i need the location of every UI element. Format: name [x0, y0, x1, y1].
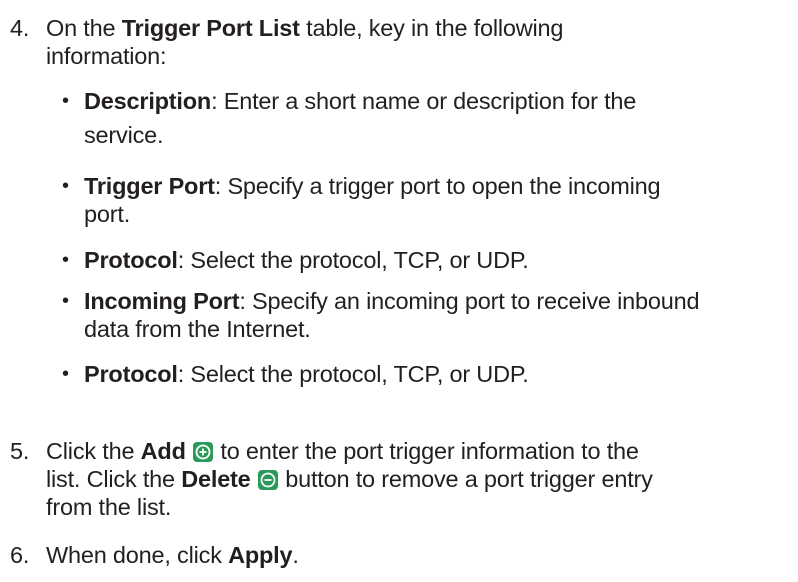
bullet-dot: • [62, 249, 69, 271]
bullet-dot: • [62, 175, 69, 197]
step-6-bold: Apply [228, 542, 293, 568]
bullet-dot: • [62, 290, 69, 312]
step-5-line2-b: button to remove a port trigger entry [278, 466, 653, 492]
step-6-number: 6. [10, 542, 30, 568]
step-6-text-a: When done, click [46, 542, 229, 568]
bullet-label: Protocol [84, 361, 178, 387]
step-5-number: 5. [10, 438, 30, 464]
bullet-label: Incoming Port [84, 288, 240, 314]
bullet-text-line1: : Select the protocol, TCP, or UDP. [177, 247, 529, 273]
step-5-text-b: to enter the port trigger information to… [214, 438, 639, 464]
bullet-label: Trigger Port [84, 173, 215, 199]
step-6-text: When done, click Apply. [46, 541, 786, 569]
bullet-text-line2: service. [84, 122, 164, 148]
plus-circle-icon [193, 442, 214, 462]
step-5-text: Click the Add to enter the port trigger … [46, 437, 786, 521]
step-4-text-b: table, key in the following [299, 15, 564, 41]
step-6-text-b: . [292, 542, 299, 568]
bullet-text-line2: data from the Internet. [84, 316, 311, 342]
step-5-delete-bold: Delete [181, 466, 251, 492]
step-4-line-2: information: [46, 43, 167, 69]
bullet-text-line1: : Select the protocol, TCP, or UDP. [177, 361, 529, 387]
bullet-text-line1: : Specify an incoming port to receive in… [239, 288, 700, 314]
bullet-dot: • [62, 90, 69, 112]
bullet-label: Description [84, 88, 212, 114]
minus-circle-icon [257, 470, 278, 490]
step-4-number: 4. [10, 15, 30, 41]
manual-page: 4. On the Trigger Port List table, key i… [0, 0, 798, 582]
bullet-dot: • [62, 363, 69, 385]
bullet-label: Protocol [84, 247, 178, 273]
bullet-text-line1: : Enter a short name or description for … [211, 88, 637, 114]
step-5-line2-a: list. Click the [46, 466, 182, 492]
step-4-text-a: On the [46, 15, 122, 41]
bullet-text-line2: port. [84, 201, 131, 227]
step-4-bold: Trigger Port List [121, 15, 300, 41]
step-5-add-bold: Add [140, 438, 186, 464]
bullet-text-line1: : Specify a trigger port to open the inc… [214, 173, 661, 199]
step-5-text-a: Click the [46, 438, 141, 464]
step-4-text: On the Trigger Port List table, key in t… [46, 14, 786, 70]
step-5-line-3: from the list. [46, 494, 172, 520]
